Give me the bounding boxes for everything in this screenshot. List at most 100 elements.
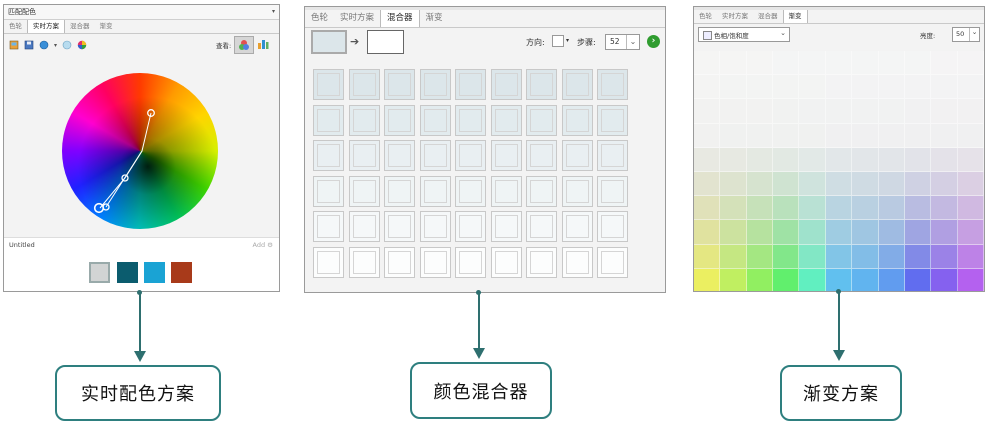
mix-cell[interactable]: [313, 246, 344, 278]
mix-cell[interactable]: [348, 175, 380, 207]
mix-cell[interactable]: [526, 175, 557, 207]
gradient-cell[interactable]: [825, 99, 853, 124]
gradient-cell[interactable]: [904, 51, 932, 76]
mix-cell[interactable]: [384, 211, 415, 242]
gradient-cell[interactable]: [773, 147, 800, 172]
gradient-cell[interactable]: [746, 75, 774, 100]
gradient-cell[interactable]: [825, 51, 853, 76]
gradient-cell[interactable]: [852, 196, 879, 221]
gradient-cell[interactable]: [825, 172, 853, 197]
gradient-cell[interactable]: [746, 196, 774, 221]
gradient-cell[interactable]: [878, 51, 905, 76]
chevron-down-icon[interactable]: ▾: [566, 37, 569, 44]
gradient-cell[interactable]: [878, 220, 905, 245]
gradient-cell[interactable]: [720, 172, 747, 197]
gradient-cell[interactable]: [904, 220, 932, 245]
view-mode-button[interactable]: [234, 36, 254, 54]
gradient-cell[interactable]: [957, 172, 984, 197]
gradient-cell[interactable]: [878, 244, 905, 269]
mix-cell[interactable]: [419, 140, 451, 171]
gradient-cell[interactable]: [904, 268, 932, 291]
gradient-cell[interactable]: [878, 123, 905, 148]
gradient-cell[interactable]: [931, 268, 958, 291]
gradient-cell[interactable]: [825, 123, 853, 148]
from-color-swatch[interactable]: [311, 30, 347, 54]
gradient-cell[interactable]: [957, 220, 984, 245]
gradient-cell[interactable]: [799, 75, 826, 100]
gradient-cell[interactable]: [852, 244, 879, 269]
gradient-cell[interactable]: [878, 196, 905, 221]
gradient-cell[interactable]: [957, 196, 984, 221]
gradient-cell[interactable]: [878, 75, 905, 100]
swatch[interactable]: [171, 262, 192, 283]
mix-cell[interactable]: [490, 246, 522, 278]
mix-cell[interactable]: [455, 211, 486, 242]
gradient-cell[interactable]: [773, 172, 800, 197]
mix-cell[interactable]: [561, 104, 593, 136]
gradient-cell[interactable]: [694, 268, 721, 291]
gradient-cell[interactable]: [746, 244, 774, 269]
gradient-cell[interactable]: [957, 123, 984, 148]
gradient-cell[interactable]: [694, 99, 721, 124]
color-wheel[interactable]: [62, 73, 218, 229]
gradient-cell[interactable]: [931, 51, 958, 76]
gradient-cell[interactable]: [904, 99, 932, 124]
gradient-cell[interactable]: [957, 51, 984, 76]
gradient-cell[interactable]: [852, 51, 879, 76]
gradient-cell[interactable]: [799, 244, 826, 269]
mix-cell[interactable]: [561, 140, 593, 171]
chevron-down-icon[interactable]: ⌄: [969, 28, 979, 41]
chevron-down-icon[interactable]: ▾: [54, 42, 57, 49]
mix-cell[interactable]: [597, 246, 628, 278]
gradient-cell[interactable]: [720, 99, 747, 124]
mix-cell[interactable]: [526, 140, 557, 171]
mix-cell[interactable]: [348, 246, 380, 278]
gradient-cell[interactable]: [957, 75, 984, 100]
base-color-handle[interactable]: [93, 202, 105, 214]
mix-cell[interactable]: [384, 175, 415, 207]
mix-cell[interactable]: [384, 140, 415, 171]
mix-cell[interactable]: [561, 246, 593, 278]
gradient-cell[interactable]: [746, 99, 774, 124]
gradient-cell[interactable]: [720, 196, 747, 221]
gradient-cell[interactable]: [825, 244, 853, 269]
mix-cell[interactable]: [455, 175, 486, 207]
gradient-cell[interactable]: [799, 220, 826, 245]
panel-title-bar[interactable]: 匹配配色 ▾: [4, 5, 279, 20]
gradient-cell[interactable]: [799, 147, 826, 172]
gradient-cell[interactable]: [694, 172, 721, 197]
chevron-down-icon[interactable]: ⌄: [626, 35, 639, 49]
tab-live-scheme[interactable]: 实时方案: [717, 10, 753, 23]
gradient-cell[interactable]: [799, 196, 826, 221]
tab-live-scheme[interactable]: 实时方案: [27, 20, 65, 33]
swatch[interactable]: [117, 262, 138, 283]
gradient-cell[interactable]: [799, 172, 826, 197]
gradient-cell[interactable]: [720, 123, 747, 148]
gradient-cell[interactable]: [720, 147, 747, 172]
gradient-cell[interactable]: [746, 172, 774, 197]
gradient-cell[interactable]: [931, 196, 958, 221]
gradient-cell[interactable]: [825, 147, 853, 172]
gradient-cell[interactable]: [773, 123, 800, 148]
tab-color-wheel[interactable]: 色轮: [694, 10, 717, 23]
gradient-cell[interactable]: [825, 75, 853, 100]
color-dot-icon[interactable]: [39, 40, 49, 50]
mix-cell[interactable]: [419, 104, 451, 136]
gradient-cell[interactable]: [746, 51, 774, 76]
gradient-cell[interactable]: [931, 75, 958, 100]
steps-select[interactable]: 52 ⌄: [605, 34, 640, 50]
gradient-mode-select[interactable]: 色相/饱和度 ⌄: [698, 27, 790, 42]
gradient-cell[interactable]: [904, 123, 932, 148]
chevron-down-icon[interactable]: ▾: [272, 5, 275, 19]
gradient-cell[interactable]: [773, 75, 800, 100]
mix-cell[interactable]: [384, 246, 415, 278]
tab-gradient[interactable]: 渐变: [420, 10, 449, 27]
mix-cell[interactable]: [597, 211, 628, 242]
gradient-cell[interactable]: [931, 123, 958, 148]
mix-cell[interactable]: [561, 211, 593, 242]
mix-cell[interactable]: [419, 69, 451, 100]
gradient-cell[interactable]: [773, 196, 800, 221]
tab-mixer[interactable]: 混合器: [65, 20, 95, 33]
brightness-select[interactable]: 50 ⌄: [952, 27, 980, 42]
mix-cell[interactable]: [313, 104, 344, 136]
